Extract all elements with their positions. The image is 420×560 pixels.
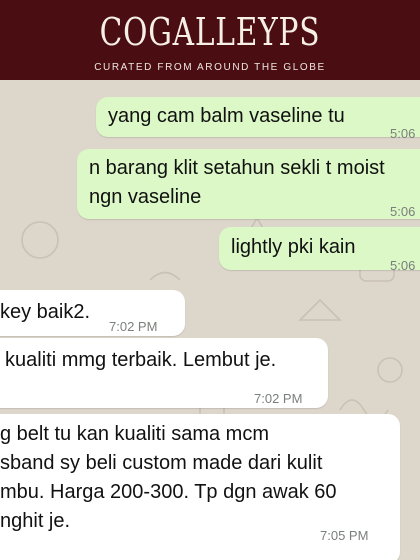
message-timestamp: 7:02 PM (254, 391, 303, 406)
brand-tagline: CURATED FROM AROUND THE GLOBE (94, 62, 326, 73)
chat-area[interactable]: yang cam balm vaseline tu 5:06 n barang … (0, 80, 420, 560)
brand-header: COGALLEYPS CURATED FROM AROUND THE GLOBE (0, 0, 420, 80)
message-text-line: mbu. Harga 200-300. Tp dgn awak 60 (0, 481, 337, 503)
message-text: kualiti mmg terbaik. Lembut je. (5, 349, 277, 371)
message-bubble-incoming[interactable]: g belt tu kan kualiti sama mcm sband sy … (0, 414, 400, 560)
message-timestamp: 7:05 PM (320, 528, 369, 543)
message-text-line: sband sy beli custom made dari kulit (0, 452, 323, 474)
message-bubble-outgoing[interactable]: yang cam balm vaseline tu 5:06 (96, 97, 420, 141)
message-timestamp: 5:06 (390, 258, 416, 273)
message-bubble-outgoing[interactable]: n barang klit setahun sekli t moist ngn … (77, 149, 420, 219)
message-text-line: ngn vaseline (89, 186, 202, 208)
message-text-line: n barang klit setahun sekli t moist (89, 157, 385, 179)
message-text: lightly pki kain (231, 236, 356, 258)
message-timestamp: 5:06 (390, 126, 416, 141)
message-bubble-incoming[interactable]: key baik2. 7:02 PM (0, 290, 185, 336)
message-text-line: nghit je. (0, 510, 71, 532)
message-timestamp: 7:02 PM (109, 319, 158, 334)
message-bubble-outgoing[interactable]: lightly pki kain 5:06 (219, 227, 420, 273)
message-text: yang cam balm vaseline tu (108, 105, 345, 127)
brand-logo: COGALLEYPS (99, 10, 321, 54)
message-text: key baik2. (0, 301, 91, 323)
message-timestamp: 5:06 (390, 204, 416, 219)
message-bubble-incoming[interactable]: kualiti mmg terbaik. Lembut je. 7:02 PM (0, 338, 328, 408)
message-text-line: g belt tu kan kualiti sama mcm (0, 423, 269, 445)
